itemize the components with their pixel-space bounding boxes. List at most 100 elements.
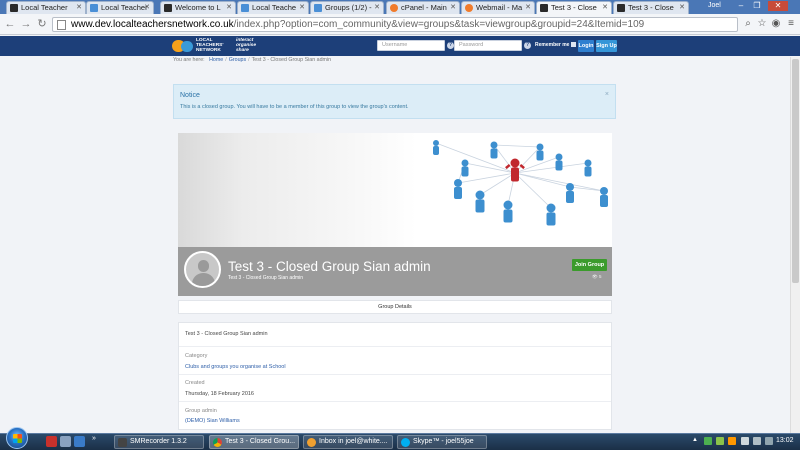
windows-logo-icon xyxy=(13,434,22,443)
notice-close-icon[interactable]: × xyxy=(605,91,609,98)
group-title: Test 3 - Closed Group Sian admin xyxy=(228,259,431,274)
field-value-category[interactable]: Clubs and groups you organise at School xyxy=(185,364,286,370)
tray-arrow-icon[interactable]: ▲ xyxy=(692,437,700,445)
browser-tab[interactable]: Test 3 - Close ✕ xyxy=(613,1,689,14)
scrollbar-thumb[interactable] xyxy=(792,59,799,283)
tab-close-icon[interactable]: ✕ xyxy=(299,2,305,14)
avatar-body-icon xyxy=(192,273,215,286)
tray-app-icon[interactable] xyxy=(728,437,736,445)
taskbar-clock[interactable]: 13:02 xyxy=(776,437,794,444)
tab-close-icon[interactable]: ✕ xyxy=(76,2,82,14)
taskbar-task-chrome[interactable]: Test 3 - Closed Grou... xyxy=(209,435,299,449)
field-value-group-admin[interactable]: (DEMO) Sian Williams xyxy=(185,418,240,424)
taskbar-task-skype[interactable]: Skype™ - joel55joe xyxy=(397,435,487,449)
address-bar[interactable]: www.dev.localteachersnetwork.co.uk/index… xyxy=(52,17,738,32)
restore-icon[interactable]: ❐ xyxy=(750,1,764,11)
divider xyxy=(179,374,611,375)
tab-close-icon[interactable]: ✕ xyxy=(374,2,380,14)
group-header-band: Test 3 - Closed Group Sian admin Test 3 … xyxy=(178,247,612,296)
member-count: 👁 5 xyxy=(592,274,602,280)
field-label-created: Created xyxy=(185,380,205,386)
logo-wordmark: LOCAL TEACHERS' NETWORK xyxy=(196,38,224,53)
window-close-icon[interactable]: ✕ xyxy=(768,1,788,11)
breadcrumb-home[interactable]: Home xyxy=(209,57,223,63)
power-icon[interactable] xyxy=(765,437,773,445)
taskbar-task-smrecorder[interactable]: SMRecorder 1.3.2 xyxy=(114,435,204,449)
reload-icon[interactable]: ↻ xyxy=(36,18,48,30)
tab-group-details[interactable]: Group Details xyxy=(178,300,612,314)
tab-close-icon[interactable]: ✕ xyxy=(144,2,150,14)
zoom-search-icon[interactable]: ⌕ xyxy=(742,18,754,30)
tray-app-icon[interactable] xyxy=(716,437,724,445)
join-group-button[interactable]: Join Group xyxy=(572,259,607,271)
browser-user-name[interactable]: Joel xyxy=(708,2,721,9)
forward-icon[interactable]: → xyxy=(20,18,32,30)
remember-me-label: Remember me xyxy=(535,42,570,48)
browser-tab[interactable]: Local Teacher ✕ xyxy=(6,1,86,14)
tab-title: Welcome to L xyxy=(175,3,221,12)
tab-close-icon[interactable]: ✕ xyxy=(525,2,531,14)
quicklaunch-app-icon[interactable] xyxy=(60,436,71,447)
username-input[interactable]: Username xyxy=(377,40,445,51)
browser-tab[interactable]: cPanel - Main ✕ xyxy=(386,1,460,14)
breadcrumb-groups[interactable]: Groups xyxy=(229,57,246,63)
group-details-card: Test 3 - Closed Group Sian admin Categor… xyxy=(178,322,612,430)
divider xyxy=(179,401,611,402)
volume-icon[interactable] xyxy=(753,437,761,445)
tab-close-icon[interactable]: ✕ xyxy=(602,2,608,14)
page-scrollbar[interactable] xyxy=(790,57,800,433)
start-button[interactable] xyxy=(6,427,28,449)
task-label: SMRecorder 1.3.2 xyxy=(130,438,187,445)
network-icon[interactable] xyxy=(741,437,749,445)
checkbox-icon[interactable] xyxy=(571,42,577,48)
cpanel-favicon-icon xyxy=(465,4,473,12)
browser-tab[interactable]: Groups (1/2) - ✕ xyxy=(310,1,384,14)
task-label: Skype™ - joel55joe xyxy=(413,438,474,445)
login-button[interactable]: Login xyxy=(578,40,594,52)
tray-app-icon[interactable] xyxy=(704,437,712,445)
task-label: Inbox in joel@white.... xyxy=(319,438,388,445)
tab-title: Local Teacher xyxy=(21,3,68,12)
group-subtitle: Test 3 - Closed Group Sian admin xyxy=(228,275,304,281)
field-value-created: Thursday, 18 February 2016 xyxy=(185,391,254,397)
browser-tab[interactable]: Local Teacher ✕ xyxy=(86,1,154,14)
browser-tab-strip: Local Teacher ✕ Local Teacher ✕ Welcome … xyxy=(0,0,800,14)
site-favicon-icon xyxy=(90,4,98,12)
logo-line: NETWORK xyxy=(196,47,221,53)
quicklaunch-more-icon[interactable]: » xyxy=(92,435,100,446)
menu-icon[interactable]: ≡ xyxy=(785,18,797,30)
tab-title: cPanel - Main xyxy=(401,3,447,12)
quicklaunch-app-icon[interactable] xyxy=(74,436,85,447)
extension-icon[interactable]: ◉ xyxy=(770,18,782,30)
browser-tab[interactable]: Webmail - Ma ✕ xyxy=(461,1,535,14)
password-help-icon[interactable]: ? xyxy=(524,42,531,49)
tab-title: Webmail - Ma xyxy=(476,3,523,12)
signup-button[interactable]: Sign Up xyxy=(596,40,617,52)
browser-tab[interactable]: Local Teache ✕ xyxy=(237,1,309,14)
site-favicon-icon xyxy=(241,4,249,12)
tab-title: Local Teacher xyxy=(101,3,148,12)
tab-title: Groups (1/2) - xyxy=(325,3,372,12)
site-header: LOCAL TEACHERS' NETWORK interact organis… xyxy=(0,36,800,56)
url-path: /index.php?option=com_community&view=gro… xyxy=(233,19,645,30)
username-help-icon[interactable]: ? xyxy=(447,42,454,49)
tab-close-icon[interactable]: ✕ xyxy=(226,2,232,14)
browser-tab[interactable]: Welcome to L ✕ xyxy=(160,1,236,14)
taskbar-task-mail[interactable]: Inbox in joel@white.... xyxy=(303,435,393,449)
breadcrumb: You are here: Home / Groups / Test 3 - Close… xyxy=(173,57,331,63)
back-icon[interactable]: ← xyxy=(4,18,16,30)
group-avatar[interactable] xyxy=(184,251,221,288)
remember-me-checkbox[interactable]: Remember me xyxy=(535,42,577,48)
url-host: www.dev.localteachersnetwork.co.uk xyxy=(71,19,234,30)
quicklaunch-app-icon[interactable] xyxy=(46,436,57,447)
minimize-icon[interactable]: – xyxy=(734,1,748,11)
tab-close-icon[interactable]: ✕ xyxy=(679,2,685,14)
browser-tab-active[interactable]: Test 3 - Close ✕ xyxy=(536,1,612,14)
bookmark-star-icon[interactable]: ☆ xyxy=(756,18,768,30)
chrome-icon xyxy=(213,438,222,447)
site-favicon-icon xyxy=(164,4,172,12)
group-cover: Test 3 - Closed Group Sian admin Test 3 … xyxy=(178,133,612,296)
members-eye-icon: 👁 xyxy=(592,274,598,279)
password-input[interactable]: Password xyxy=(454,40,522,51)
tab-close-icon[interactable]: ✕ xyxy=(450,2,456,14)
